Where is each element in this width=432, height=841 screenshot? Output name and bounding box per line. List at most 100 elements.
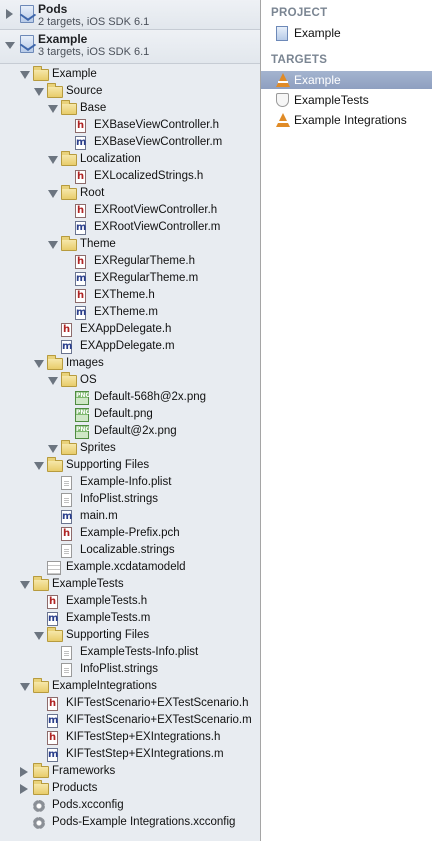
project-editor-sidebar: PROJECT Example TARGETS Example ExampleT…: [261, 0, 432, 841]
tree-item-label: KIFTestScenario+EXTestScenario.h: [66, 697, 249, 709]
file-row[interactable]: h EXRegularTheme.h: [0, 253, 260, 270]
app-target-icon: [276, 73, 290, 87]
file-row[interactable]: Example.xcdatamodeld: [0, 559, 260, 576]
project-pods[interactable]: Pods 2 targets, iOS SDK 6.1: [0, 0, 260, 30]
file-row[interactable]: m EXRegularTheme.m: [0, 270, 260, 287]
file-row[interactable]: PNG Default.png: [0, 406, 260, 423]
disclosure-open-icon[interactable]: [48, 377, 58, 385]
file-row[interactable]: h EXBaseViewController.h: [0, 117, 260, 134]
file-row[interactable]: h EXRootViewController.h: [0, 202, 260, 219]
implementation-file-icon: m: [75, 272, 87, 286]
folder-icon: [33, 678, 49, 693]
disclosure-open-icon[interactable]: [34, 360, 44, 368]
tree-item-label: Root: [80, 187, 105, 199]
disclosure-open-icon[interactable]: [34, 632, 44, 640]
file-row[interactable]: h KIFTestScenario+EXTestScenario.h: [0, 695, 260, 712]
file-row[interactable]: m EXTheme.m: [0, 304, 260, 321]
disclosure-open-icon[interactable]: [20, 71, 30, 79]
tree-item-label: ExampleTests: [52, 578, 124, 590]
file-row[interactable]: m KIFTestStep+EXIntegrations.m: [0, 746, 260, 763]
datamodel-icon: [47, 561, 61, 575]
disclosure-closed-icon[interactable]: [20, 784, 28, 794]
folder-row[interactable]: Sprites: [0, 440, 260, 457]
file-row[interactable]: h KIFTestStep+EXIntegrations.h: [0, 729, 260, 746]
folder-row[interactable]: OS: [0, 372, 260, 389]
file-row[interactable]: Localizable.strings: [0, 542, 260, 559]
project-name: Example: [38, 32, 88, 46]
xcconfig-gear-icon: [33, 800, 45, 812]
file-row[interactable]: ExampleTests-Info.plist: [0, 644, 260, 661]
disclosure-closed-icon[interactable]: [6, 9, 13, 19]
tree-item-label: KIFTestStep+EXIntegrations.h: [66, 731, 221, 743]
folder-row[interactable]: Localization: [0, 151, 260, 168]
file-row[interactable]: m main.m: [0, 508, 260, 525]
folder-row[interactable]: Supporting Files: [0, 627, 260, 644]
png-image-icon: PNG: [75, 408, 90, 422]
tree-item-label: Default.png: [94, 408, 153, 420]
disclosure-open-icon[interactable]: [34, 462, 44, 470]
file-row[interactable]: m KIFTestScenario+EXTestScenario.m: [0, 712, 260, 729]
file-row[interactable]: h ExampleTests.h: [0, 593, 260, 610]
folder-row[interactable]: ExampleIntegrations: [0, 678, 260, 695]
folder-row[interactable]: Example: [0, 66, 260, 83]
file-row[interactable]: PNG Default@2x.png: [0, 423, 260, 440]
folder-row[interactable]: Supporting Files: [0, 457, 260, 474]
tree-item-label: Example-Info.plist: [80, 476, 172, 488]
tree-item-label: main.m: [80, 510, 118, 522]
disclosure-open-icon[interactable]: [48, 105, 58, 113]
disclosure-open-icon[interactable]: [48, 241, 58, 249]
folder-icon: [33, 66, 49, 81]
disclosure-open-icon[interactable]: [5, 42, 15, 49]
disclosure-closed-icon[interactable]: [20, 767, 28, 777]
header-file-icon: h: [47, 731, 58, 745]
folder-row[interactable]: Base: [0, 100, 260, 117]
implementation-file-icon: m: [61, 340, 73, 354]
tree-item-label: ExampleTests-Info.plist: [80, 646, 199, 658]
folder-row[interactable]: Images: [0, 355, 260, 372]
file-row[interactable]: Pods-Example Integrations.xcconfig: [0, 814, 260, 831]
tree-item-label: EXRegularTheme.m: [94, 272, 199, 284]
folder-row[interactable]: Source: [0, 83, 260, 100]
file-row[interactable]: Pods.xcconfig: [0, 797, 260, 814]
folder-row[interactable]: Root: [0, 185, 260, 202]
disclosure-open-icon[interactable]: [34, 88, 44, 96]
file-row[interactable]: h EXTheme.h: [0, 287, 260, 304]
tree-item-label: EXAppDelegate.m: [80, 340, 175, 352]
file-row[interactable]: PNG Default-568h@2x.png: [0, 389, 260, 406]
disclosure-open-icon[interactable]: [48, 190, 58, 198]
file-row[interactable]: m EXAppDelegate.m: [0, 338, 260, 355]
tree-item-label: Images: [66, 357, 104, 369]
folder-row[interactable]: Frameworks: [0, 763, 260, 780]
disclosure-open-icon[interactable]: [48, 445, 58, 453]
file-row[interactable]: InfoPlist.strings: [0, 661, 260, 678]
document-file-icon: [61, 544, 72, 558]
disclosure-open-icon[interactable]: [20, 683, 30, 691]
file-row[interactable]: Example-Info.plist: [0, 474, 260, 491]
file-row[interactable]: m ExampleTests.m: [0, 610, 260, 627]
document-file-icon: [61, 663, 72, 677]
xcodeproj-icon: [20, 35, 34, 53]
folder-row[interactable]: Products: [0, 780, 260, 797]
project-example[interactable]: Example 3 targets, iOS SDK 6.1: [0, 30, 260, 64]
file-row[interactable]: InfoPlist.strings: [0, 491, 260, 508]
tree-item-label: Products: [52, 782, 98, 794]
document-file-icon: [61, 493, 72, 507]
tree-item-label: KIFTestStep+EXIntegrations.m: [66, 748, 224, 760]
folder-row[interactable]: ExampleTests: [0, 576, 260, 593]
disclosure-open-icon[interactable]: [48, 156, 58, 164]
target-exampletests[interactable]: ExampleTests: [261, 91, 432, 109]
folder-icon: [47, 355, 63, 370]
file-row[interactable]: m EXRootViewController.m: [0, 219, 260, 236]
file-row[interactable]: h EXAppDelegate.h: [0, 321, 260, 338]
tree-item-label: InfoPlist.strings: [80, 663, 158, 675]
disclosure-open-icon[interactable]: [20, 581, 30, 589]
implementation-file-icon: m: [47, 714, 59, 728]
target-example[interactable]: Example: [261, 71, 432, 89]
folder-icon: [61, 440, 77, 455]
file-row[interactable]: h Example-Prefix.pch: [0, 525, 260, 542]
file-row[interactable]: m EXBaseViewController.m: [0, 134, 260, 151]
file-row[interactable]: h EXLocalizedStrings.h: [0, 168, 260, 185]
target-example-integrations[interactable]: Example Integrations: [261, 111, 432, 129]
folder-row[interactable]: Theme: [0, 236, 260, 253]
project-item[interactable]: Example: [261, 24, 432, 42]
